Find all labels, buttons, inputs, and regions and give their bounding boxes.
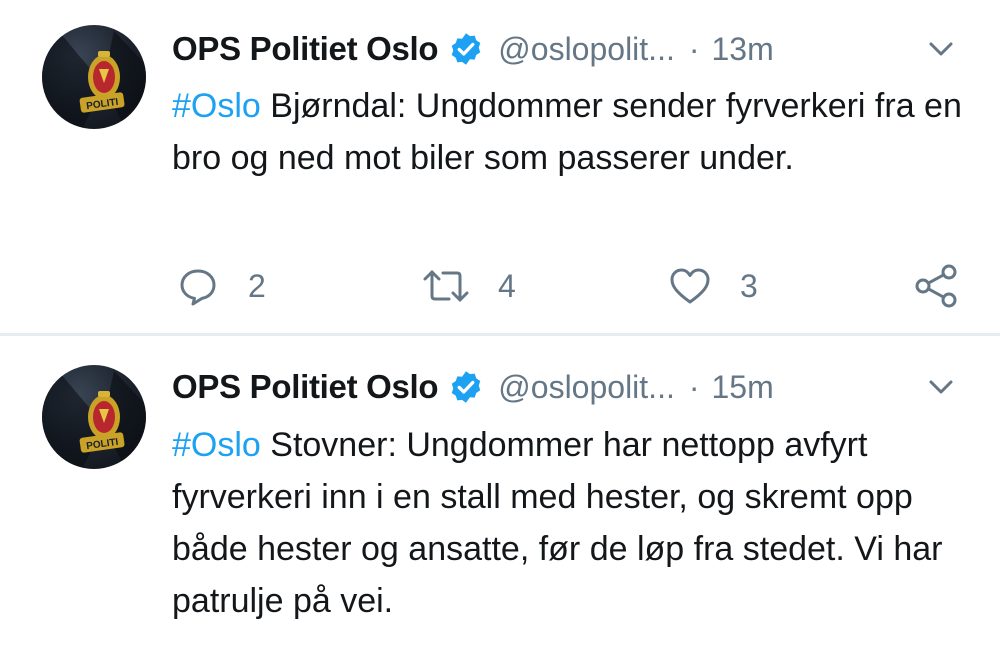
separator-dot: ·: [688, 368, 700, 405]
tweet[interactable]: POLITI OPS Politiet Oslo @oslopolit... ·…: [0, 0, 1000, 336]
author-handle[interactable]: @oslopolit...: [498, 369, 675, 406]
tweet-feed: POLITI OPS Politiet Oslo @oslopolit... ·…: [0, 0, 1000, 650]
police-badge-icon: POLITI: [42, 371, 146, 469]
hashtag-link[interactable]: #Oslo: [172, 87, 261, 125]
timestamp[interactable]: 13m: [712, 31, 774, 68]
verified-badge-icon: [448, 369, 484, 405]
share-button[interactable]: [912, 258, 960, 314]
police-badge-icon: POLITI: [42, 31, 146, 129]
like-count: 3: [740, 267, 758, 304]
reply-button[interactable]: 2: [176, 258, 266, 314]
reply-icon: [180, 269, 216, 306]
reply-count: 2: [248, 267, 266, 304]
tweet-text: #Oslo Stovner: Ungdommer har nettopp avf…: [172, 419, 962, 627]
avatar[interactable]: POLITI: [42, 365, 146, 469]
tweet-header: OPS Politiet Oslo @oslopolit... · 15m: [172, 362, 960, 412]
retweet-icon: [423, 270, 469, 302]
share-icon: [915, 264, 957, 308]
tweet[interactable]: POLITI OPS Politiet Oslo @oslopolit... ·…: [0, 339, 1000, 650]
avatar[interactable]: POLITI: [42, 25, 146, 129]
separator-dot: ·: [688, 30, 700, 67]
tweet-text: #Oslo Bjørndal: Ungdommer sender fyrverk…: [172, 80, 962, 184]
heart-icon: [670, 268, 710, 304]
hashtag-link[interactable]: #Oslo: [172, 426, 261, 464]
tweet-body: Stovner: Ungdommer har nettopp avfyrt fy…: [172, 426, 943, 620]
timestamp[interactable]: 15m: [712, 369, 774, 406]
author-name[interactable]: OPS Politiet Oslo: [172, 30, 439, 68]
retweet-count: 4: [498, 267, 516, 304]
chevron-down-icon[interactable]: [926, 36, 956, 62]
author-handle[interactable]: @oslopolit...: [498, 31, 675, 68]
tweet-body: Bjørndal: Ungdommer sender fyrverkeri fr…: [172, 87, 962, 177]
author-name[interactable]: OPS Politiet Oslo: [172, 368, 439, 406]
verified-badge-icon: [448, 31, 484, 67]
tweet-actions: 2 4 3: [172, 258, 962, 314]
like-button[interactable]: 3: [668, 258, 758, 314]
retweet-button[interactable]: 4: [422, 258, 516, 314]
tweet-header: OPS Politiet Oslo @oslopolit... · 13m: [172, 24, 960, 74]
chevron-down-icon[interactable]: [926, 374, 956, 400]
